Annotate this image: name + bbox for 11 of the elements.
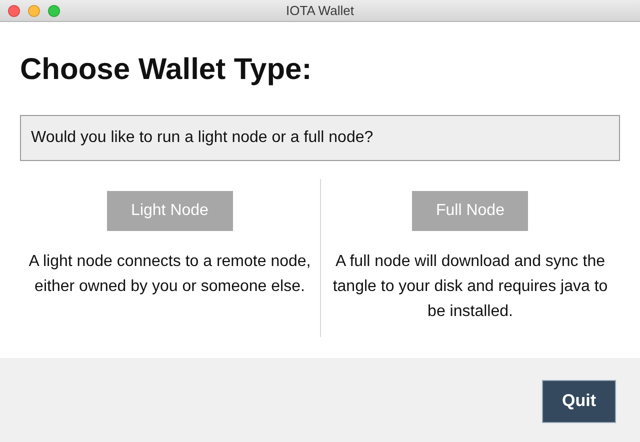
zoom-icon[interactable] xyxy=(48,5,60,17)
window-title: IOTA Wallet xyxy=(286,3,354,18)
minimize-icon[interactable] xyxy=(28,5,40,17)
quit-button[interactable]: Quit xyxy=(542,380,616,422)
option-description: A light node connects to a remote node, either owned by you or someone else. xyxy=(28,252,312,297)
node-type-button[interactable]: Light Node xyxy=(106,191,233,231)
node-type-button[interactable]: Full Node xyxy=(412,191,528,231)
option-description: A full node will download and sync the tangle to your disk and requires java to be installed. xyxy=(332,252,609,322)
close-icon[interactable] xyxy=(8,5,20,17)
page-heading: Choose Wallet Type: xyxy=(20,52,313,88)
question-panel: Would you like to run a light node or a full node? xyxy=(20,115,620,161)
